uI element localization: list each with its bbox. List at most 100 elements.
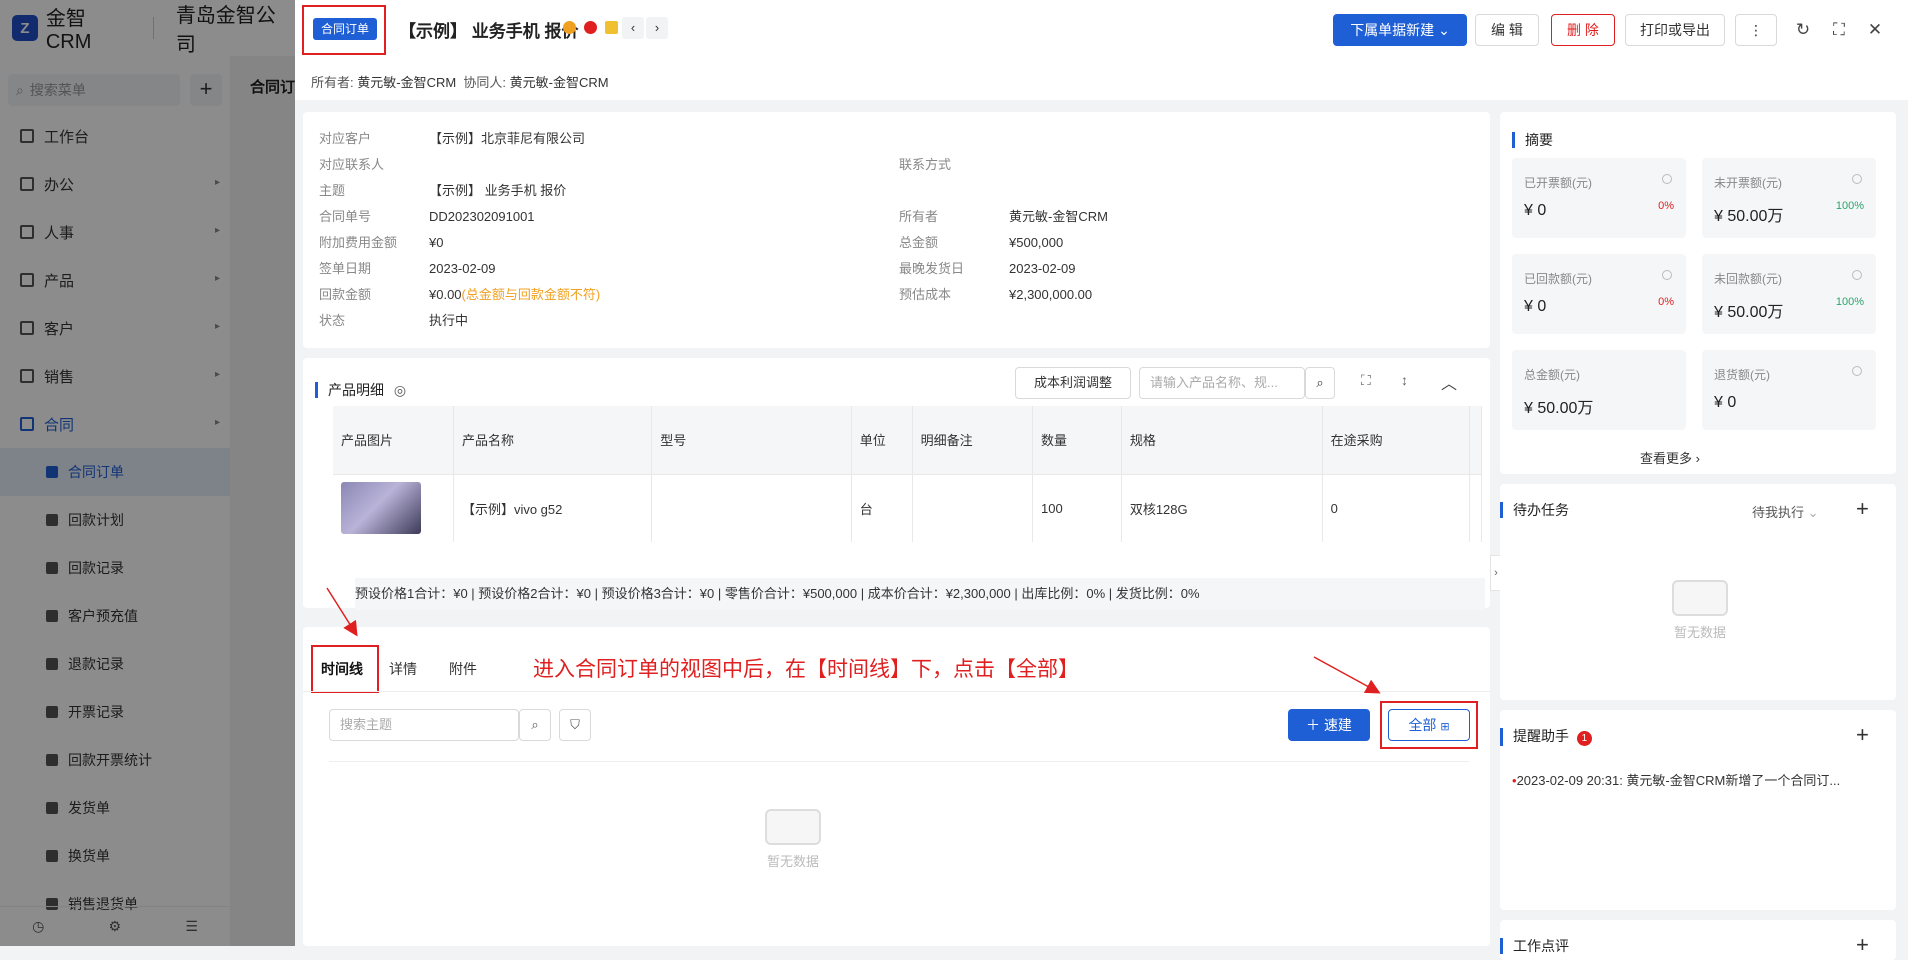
collaborator-value: 黄元敏-金智CRM	[509, 75, 609, 90]
quick-create-button[interactable]: ＋ 速建	[1288, 709, 1370, 741]
new-sub-document-button[interactable]: 下属单据新建 ⌄	[1333, 14, 1467, 46]
cost-profit-adjust-button[interactable]: 成本利润调整	[1015, 367, 1131, 399]
reminder-title: 提醒助手 1	[1500, 728, 1592, 746]
settings-icon[interactable]: ◎	[394, 382, 406, 398]
status-icon	[563, 21, 576, 34]
add-review-button[interactable]: +	[1856, 932, 1869, 958]
summary-card: 退货额(元) ¥ 0	[1702, 350, 1876, 430]
chevron-down-icon: ⌄	[1438, 22, 1450, 38]
reminder-panel: 提醒助手 1 + •2023-02-09 20:31: 黄元敏-金智CRM新增了…	[1500, 710, 1896, 910]
column-header: 型号	[651, 406, 852, 474]
todo-empty-state: 暂无数据	[1640, 580, 1760, 641]
collapse-up-icon[interactable]: ︿	[1441, 370, 1457, 394]
annotation-text: 进入合同订单的视图中后，在【时间线】下，点击【全部】	[533, 657, 1079, 681]
record-title: 【示例】 业务手机 报价	[399, 22, 579, 41]
summary-card: 已回款额(元) ¥ 0 0%	[1512, 254, 1686, 334]
clock-icon	[1662, 174, 1672, 184]
plus-icon: ＋	[1306, 717, 1321, 733]
edit-button[interactable]: 编 辑	[1475, 14, 1539, 46]
more-actions-button[interactable]: ⋮	[1735, 14, 1777, 46]
alert-icon	[584, 21, 597, 34]
product-search-button[interactable]: ⌕	[1305, 367, 1335, 399]
todo-panel: 待办任务 待我执行 ⌄ + 暂无数据	[1500, 484, 1896, 700]
column-header: 单位	[851, 406, 913, 474]
info-row: 回款金额 ¥0.00(总金额与回款金额不符)	[319, 287, 601, 302]
prev-record-button[interactable]: ‹	[622, 17, 644, 39]
info-row: 预估成本 ¥2,300,000.00	[899, 287, 1093, 302]
column-header: 产品图片	[333, 406, 454, 474]
empty-box-icon	[1672, 580, 1728, 616]
summary-card: 总金额(元) ¥ 50.00万	[1512, 350, 1686, 430]
info-row: 所有者 黄元敏-金智CRM	[899, 209, 1108, 224]
timeline-empty-state: 暂无数据	[733, 809, 853, 870]
basic-info-panel: 对应客户 【示例】北京菲尼有限公司 对应联系人主题 【示例】 业务手机 报价 合同单号 D…	[303, 112, 1490, 348]
summary-card: 已开票额(元) ¥ 0 0%	[1512, 158, 1686, 238]
summary-panel: 摘要 查看更多 › 已开票额(元) ¥ 0 0% 未开票额(元) ¥ 50.00万 100…	[1500, 112, 1896, 474]
refresh-icon[interactable]: ↻	[1791, 18, 1815, 42]
chevron-down-icon: ⌄	[1807, 505, 1819, 520]
reminder-item[interactable]: •2023-02-09 20:31: 黄元敏-金智CRM新增了一个合同订...	[1512, 770, 1840, 789]
print-export-button[interactable]: 打印或导出	[1625, 14, 1725, 46]
view-more-link[interactable]: 查看更多 ›	[1640, 448, 1700, 467]
chevron-right-icon: ›	[1695, 451, 1700, 466]
column-header: 数量	[1032, 406, 1122, 474]
product-detail-panel: 产品明细 ◎ 成本利润调整 请输入产品名称、规... ⌕ ⛶ ↕ ︿ 产品图片产…	[303, 358, 1490, 610]
table-row: 【示例】vivo g52 台 100 双核128G 0	[333, 473, 1483, 542]
expand-icon[interactable]: ⛶	[1361, 372, 1371, 389]
info-row: 附加费用金额 ¥0	[319, 235, 444, 250]
column-header: 产品名称	[453, 406, 653, 474]
product-section-title: 产品明细 ◎	[315, 382, 406, 398]
info-row: 状态 执行中	[319, 313, 469, 328]
add-todo-button[interactable]: +	[1856, 496, 1869, 522]
reminder-count-badge: 1	[1576, 731, 1592, 746]
summary-card: 未开票额(元) ¥ 50.00万 100%	[1702, 158, 1876, 238]
product-name-link[interactable]: 【示例】vivo g52	[453, 473, 653, 542]
info-row: 签单日期 2023-02-09	[319, 261, 496, 276]
doc-type-badge: 合同订单	[313, 18, 378, 40]
info-row: 对应客户 【示例】北京菲尼有限公司	[319, 131, 586, 146]
info-row: 主题 【示例】 业务手机 报价	[319, 183, 567, 198]
timeline-search-input[interactable]: 搜索主题	[329, 709, 519, 741]
product-table: 产品图片 产品名称 型号 单位 明细备注 数量 规格 在途采购 【示例】vivo g52 台 …	[333, 406, 1483, 542]
resize-vertical-icon[interactable]: ↕	[1401, 372, 1408, 388]
clock-icon	[1852, 366, 1862, 376]
info-row: 最晚发货日 2023-02-09	[899, 261, 1076, 276]
drawer-header: 合同订单 【示例】 业务手机 报价 ‹ › 所有者: 黄元敏-金智CRM 协同人…	[295, 0, 1908, 100]
product-search-input[interactable]: 请输入产品名称、规...	[1139, 367, 1305, 399]
document-icon	[605, 21, 618, 34]
delete-button[interactable]: 删 除	[1551, 14, 1615, 46]
next-record-button[interactable]: ›	[646, 17, 668, 39]
info-row: 总金额 ¥500,000	[899, 235, 1064, 250]
tab-attachments[interactable]: 附件	[449, 659, 477, 679]
close-icon[interactable]: ✕	[1863, 18, 1887, 42]
info-row: 对应联系人	[319, 157, 385, 172]
fullscreen-icon[interactable]: ⛶	[1827, 18, 1851, 42]
highlight-box-all-button	[1380, 701, 1478, 749]
summary-title: 摘要	[1512, 132, 1553, 148]
product-summary: 预设价格1合计：¥0 | 预设价格2合计：¥0 | 预设价格3合计：¥0 | 零…	[355, 578, 1485, 610]
review-panel: 工作点评 +	[1500, 920, 1896, 960]
column-header: 明细备注	[912, 406, 1034, 474]
info-row: 联系方式	[899, 157, 952, 172]
summary-card: 未回款额(元) ¥ 50.00万 100%	[1702, 254, 1876, 334]
todo-filter-select[interactable]: 待我执行 ⌄	[1752, 502, 1819, 521]
column-header: 在途采购	[1322, 406, 1470, 474]
product-image	[341, 482, 421, 535]
add-reminder-button[interactable]: +	[1856, 722, 1869, 748]
clock-icon	[1662, 270, 1672, 280]
empty-box-icon	[765, 809, 821, 845]
filter-icon[interactable]: ⛉	[559, 709, 591, 741]
owner-value: 黄元敏-金智CRM	[357, 75, 457, 90]
tab-details[interactable]: 详情	[389, 659, 417, 679]
clock-icon	[1852, 270, 1862, 280]
owner-line: 所有者: 黄元敏-金智CRM 协同人: 黄元敏-金智CRM	[311, 75, 609, 90]
todo-title: 待办任务	[1500, 502, 1569, 518]
highlight-box-timeline-tab	[311, 645, 379, 693]
detail-drawer: 合同订单 【示例】 业务手机 报价 ‹ › 所有者: 黄元敏-金智CRM 协同人…	[295, 0, 1908, 960]
timeline-panel: 时间线 详情 附件 进入合同订单的视图中后，在【时间线】下，点击【全部】 搜索主…	[303, 627, 1490, 946]
info-row: 合同单号 DD202302091001	[319, 209, 535, 224]
review-title: 工作点评	[1500, 938, 1569, 954]
clock-icon	[1852, 174, 1862, 184]
timeline-search-button[interactable]: ⌕	[519, 709, 551, 741]
column-header: 规格	[1121, 406, 1323, 474]
